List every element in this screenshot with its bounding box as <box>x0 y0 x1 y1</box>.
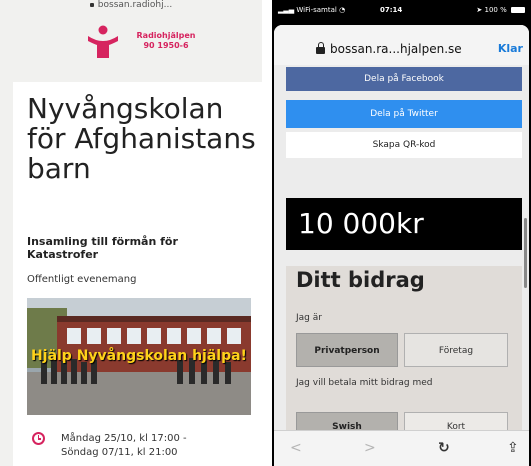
event-type: Offentligt evenemang <box>27 274 137 285</box>
done-button[interactable]: Klar <box>498 42 523 55</box>
address-bar[interactable]: bossan.ra...hjalpen.se Klar <box>274 25 529 65</box>
event-end: Söndag 07/11, kl 21:00 <box>61 447 178 458</box>
location-icon: ➤ <box>476 6 483 14</box>
contribution-title: Ditt bidrag <box>296 268 425 292</box>
logo-line-1: Radiohjälpen <box>136 31 196 40</box>
share-twitter-button[interactable]: Dela på Twitter <box>286 100 522 128</box>
signal-icon: ▂▃▄ <box>278 6 295 14</box>
left-screen: bossan.radiohj... Radiohjälpen 90 1950-6… <box>0 0 262 466</box>
browser-toolbar: < > ↻ ⇪ <box>274 430 529 466</box>
wifi-icon: ◔ <box>339 6 346 14</box>
event-card: Nyvångskolan för Afghanistans barn Insam… <box>13 82 262 466</box>
logo: Radiohjälpen 90 1950-6 <box>86 24 206 64</box>
donor-type-label: Jag är <box>296 313 322 323</box>
url-bar[interactable]: bossan.radiohj... <box>0 0 262 14</box>
photo-caption: Hjälp Nyvångskolan hjälpa! <box>31 348 247 364</box>
reload-icon[interactable]: ↻ <box>438 441 450 455</box>
create-qr-code-button[interactable]: Skapa QR-kod <box>286 132 522 158</box>
battery-icon <box>511 7 525 13</box>
event-photo: Hjälp Nyvångskolan hjälpa! <box>27 298 251 415</box>
event-title: Nyvångskolan för Afghanistans barn <box>27 92 256 185</box>
lock-icon <box>316 42 325 54</box>
carrier-label: ▂▃▄ WiFi-samtal ◔ <box>278 6 345 14</box>
address-text[interactable]: bossan.ra...hjalpen.se <box>330 42 462 56</box>
event-subtitle: Insamling till förmån för Katastrofer <box>27 235 178 261</box>
url-text: bossan.radiohj... <box>97 0 173 10</box>
battery-status: ➤ 100 % <box>476 6 525 14</box>
logo-text: Radiohjälpen 90 1950-6 <box>126 31 206 51</box>
event-start: Måndag 25/10, kl 17:00 - <box>61 433 187 444</box>
right-screen: ▂▃▄ WiFi-samtal ◔ 07:14 ➤ 100 % bossan.r… <box>272 0 531 466</box>
private-person-button[interactable]: Privatperson <box>296 333 398 367</box>
carrier-text: WiFi-samtal <box>296 6 337 14</box>
forward-button[interactable]: > <box>364 441 376 455</box>
contribution-panel: Ditt bidrag Jag är Privatperson Företag … <box>286 266 522 456</box>
radiohjalpen-logo-icon <box>88 25 118 58</box>
company-button[interactable]: Företag <box>404 333 508 367</box>
collected-amount: 10 000kr <box>286 198 522 250</box>
back-button[interactable]: < <box>290 441 302 455</box>
payment-method-label: Jag vill betala mitt bidrag med <box>296 378 433 388</box>
status-time: 07:14 <box>380 6 403 14</box>
scrollbar[interactable] <box>524 218 527 288</box>
battery-text: 100 % <box>484 6 507 14</box>
status-bar: ▂▃▄ WiFi-samtal ◔ 07:14 ➤ 100 % <box>272 0 531 20</box>
browser-sheet: bossan.ra...hjalpen.se Klar Dela på Face… <box>274 25 529 466</box>
lock-icon <box>89 2 94 7</box>
logo-line-2: 90 1950-6 <box>143 41 189 50</box>
event-datetime: Måndag 25/10, kl 17:00 - Söndag 07/11, k… <box>61 432 251 460</box>
share-icon[interactable]: ⇪ <box>507 441 519 455</box>
clock-icon <box>32 432 45 445</box>
share-facebook-button[interactable]: Dela på Facebook <box>286 67 522 91</box>
